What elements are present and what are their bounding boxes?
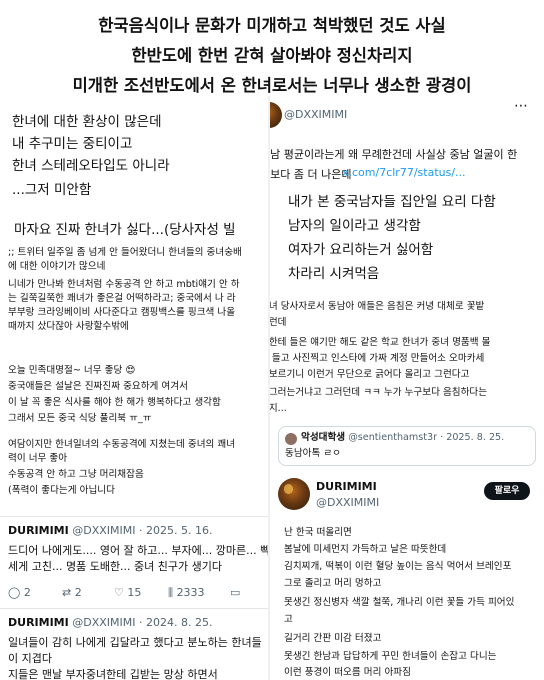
right-overlay-line-2: 남자의 일이라고 생각함	[288, 218, 421, 234]
tweet1-author: DURIMIMI	[8, 524, 69, 537]
more-icon[interactable]: ⋯	[514, 98, 528, 114]
right-top-handle: @DXXIMIMI	[284, 108, 348, 121]
tweet1-views[interactable]: ⫼ 2333	[168, 586, 205, 600]
tweet1-like-count: 15	[127, 586, 142, 599]
right-mid-line-4: 래 들고 사진찍고 인스타에 가짜 계정 만들어소 오마카세	[270, 353, 485, 364]
right-mid-line-3: 애한테 들은 얘기만 해도 같은 학교 한녀가 중녀 명품백 몰	[270, 337, 491, 348]
left-para3-line-2: 력이 너무 좋아	[8, 453, 68, 464]
right-post-line-1: 난 한국 떠올리면	[284, 527, 352, 538]
tweet1-reply-button[interactable]: ◯ 2	[8, 586, 31, 599]
tweet2-line-3: 지들은 맨날 부자중녀한테 깁받는 망상 하면서	[8, 668, 218, 680]
right-overlay-line-3: 여자가 요리하는거 싫어함	[288, 242, 434, 258]
left-line-1: 한녀에 대한 환상이 많은데	[12, 114, 162, 130]
right-post-line-4: 그로 졸리고 머리 멍하고	[284, 578, 382, 589]
tweet2-handle: @DXXIMIMI	[72, 616, 136, 629]
left-line-2: 내 추구미는 중티이고	[12, 136, 133, 152]
quoted-text: 동남아톡 ㄹㅇ	[285, 448, 342, 459]
quoted-avatar	[285, 433, 297, 445]
right-top-avatar[interactable]	[270, 102, 282, 128]
caption-line-2: 한반도에 한번 갇혀 살아봐야 정신차리지	[0, 42, 544, 66]
views-icon: ⫼	[168, 586, 174, 599]
right-overlay-line-1: 내가 본 중국남자들 집안일 요리 다함	[288, 194, 496, 210]
tweet2-date: · 2024. 8. 25.	[138, 616, 213, 629]
right-top-line-1: 중남 평균이라는게 왜 무례한건데 사실상 중남 얼굴이 한	[270, 148, 518, 161]
right-post-line-3: 김치찌개, 떡볶이 이런 혈당 높이는 음식 먹어서 브레인포	[284, 561, 512, 572]
left-para2-line-2: 중국애들은 설날은 진짜진짜 중요하게 여겨서	[8, 381, 188, 392]
right-mid-line-7: 건지...	[270, 403, 287, 414]
right-post-avatar[interactable]	[278, 478, 310, 510]
right-post-line-9: 이런 풍경이 떠오름 머리 아파짐	[284, 667, 411, 678]
quoted-date: · 2025. 8. 25.	[440, 432, 505, 443]
left-line-4: ...그저 미안함	[12, 182, 92, 198]
tweet2-line-2: 이 지겹다	[8, 652, 52, 665]
right-overlay-line-4: 차라리 시켜먹음	[288, 266, 380, 282]
tweet1-view-count: 2333	[176, 586, 205, 599]
left-para1-line-6: 때까지 샀다잖아 사랑할수밖에	[8, 321, 129, 332]
tweet2-header[interactable]: DURIMIMI @DXXIMIMI · 2024. 8. 25.	[8, 616, 212, 629]
left-headline: 마자요 진짜 한녀가 싫다...(당사자성 빌	[14, 222, 236, 238]
tweet2-line-1: 일녀들이 감히 나에게 깁달라고 했다고 분노하는 한녀들	[8, 636, 262, 649]
tweet1-line-1: 드디어 나에게도.... 영어 잘 하고... 부자에... 깡마른... 빡	[8, 544, 268, 557]
tweet2-top-divider	[0, 608, 268, 609]
tweet1-date: · 2025. 5. 16.	[138, 524, 213, 537]
tweet1-reply-count: 2	[23, 586, 31, 599]
left-line-3: 한녀 스테레오타입도 아니라	[12, 158, 170, 174]
quoted-header: 악성대학생 @sentienthamst3r · 2025. 8. 25.	[301, 431, 504, 445]
right-column: @DXXIMIMI ⋯ 중남 평균이라는게 왜 무례한건데 사실상 중남 얼굴이…	[270, 96, 544, 680]
tweet1-top-divider	[0, 516, 268, 517]
left-para1-line-3: 니네가 만나봐 한녀처럼 수동공격 안 하고 mbti얘기 안 하	[8, 279, 240, 290]
left-para1-line-1: ;; 트위터 일주일 좀 넘게 안 들어왔더니 한녀들의 중녀숭배	[8, 247, 242, 258]
heart-icon: ♡	[114, 586, 124, 599]
quoted-handle: @sentienthamst3r	[348, 432, 438, 443]
left-column: 한녀에 대한 환상이 많은데 내 추구미는 중티이고 한녀 스테레오타입도 아니…	[0, 96, 268, 680]
right-post-line-6: 고	[284, 614, 293, 625]
right-top-link[interactable]: x.com/7clr77/status/...	[342, 166, 466, 179]
retweet-icon: ⇄	[62, 586, 72, 599]
right-mid-line-2: 캐런데	[270, 317, 287, 328]
left-para3-line-1: 여담이지만 한녀일녀의 수동공격에 지쳤는데 중녀의 쾌녀	[8, 439, 236, 450]
tweet1-retweet-button[interactable]: ⇄ 2	[62, 586, 82, 599]
left-para2-line-3: 이 날 꼭 좋은 식사를 해야 한 해가 행복하다고 생각함	[8, 397, 221, 408]
caption-line-3: 미개한 조선반도에서 온 한녀로서는 너무나 생소한 광경이	[0, 72, 544, 96]
tweet2-author: DURIMIMI	[8, 616, 69, 629]
tweet1-like-button[interactable]: ♡ 15	[114, 586, 141, 599]
tweet1-bookmark-button[interactable]: ▭	[230, 586, 240, 599]
right-mid-line-6: 왜그러는거냐고 그러던데 ㅋㅋ 누가 누구보다 음침하다는	[270, 387, 488, 398]
tweet1-header[interactable]: DURIMIMI @DXXIMIMI · 2025. 5. 16.	[8, 524, 212, 537]
reply-icon: ◯	[8, 586, 21, 599]
left-para1-line-2: 에 대한 이야기가 많으네	[8, 261, 106, 272]
quoted-tweet[interactable]: 악성대학생 @sentienthamst3r · 2025. 8. 25. 동남…	[278, 426, 536, 466]
left-para2-line-1: 오늘 민족대명절~ 너무 좋당 😍	[8, 365, 136, 376]
right-post-line-5: 못생긴 정신병자 색깔 철쭉, 개나리 이런 꽃들 가득 피어있	[284, 597, 515, 608]
tweet1-line-2: 세게 고친... 명품 도배한... 중녀 친구가 생기다	[8, 560, 222, 573]
right-mid-line-1: 한녀 당사자로서 동남아 애들은 음침은 커녕 대체로 꽃밭	[270, 301, 485, 312]
right-post-line-2: 봄날에 미세먼지 가득하고 날은 따뜻한데	[284, 544, 447, 555]
follow-button[interactable]: 팔로우	[484, 482, 530, 500]
right-post-line-8: 못생긴 한남과 답답하게 꾸민 한녀들이 손잡고 다니는	[284, 651, 497, 662]
tweet1-retweet-count: 2	[74, 586, 82, 599]
right-post-author: DURIMIMI	[316, 480, 377, 493]
quoted-name: 악성대학생	[301, 432, 346, 443]
left-para2-line-4: 그래서 모든 중국 식당 풀리북 ㅠ_ㅠ	[8, 413, 152, 424]
caption-line-1: 한국음식이나 문화가 미개하고 척박했던 것도 사실	[0, 12, 544, 36]
right-top-line-2: 남보다 좀 더 나은데	[270, 168, 352, 181]
right-post-handle: @DXXIMIMI	[316, 496, 380, 509]
left-para3-line-3: 수동공격 안 하고 그냥 머리채잡음	[8, 469, 144, 480]
left-para3-line-4: (폭력이 좋다는게 아닙니다	[8, 485, 115, 496]
right-post-line-7: 길거리 간판 미감 터졌고	[284, 633, 382, 644]
tweet1-handle: @DXXIMIMI	[72, 524, 136, 537]
left-para1-line-5: 부부랑 크라잉베이비 사다준다고 캠핑백스를 핑크색 나올	[8, 307, 236, 318]
bookmark-icon: ▭	[230, 586, 241, 599]
left-para1-line-4: 는 길쭉길쭉한 쾌녀가 좋은걸 어떡하라고; 중국에서 나 라	[8, 293, 236, 304]
right-mid-line-5: 람보르기니 이런거 무단으로 긁어다 올리고 그런다고	[270, 369, 470, 380]
